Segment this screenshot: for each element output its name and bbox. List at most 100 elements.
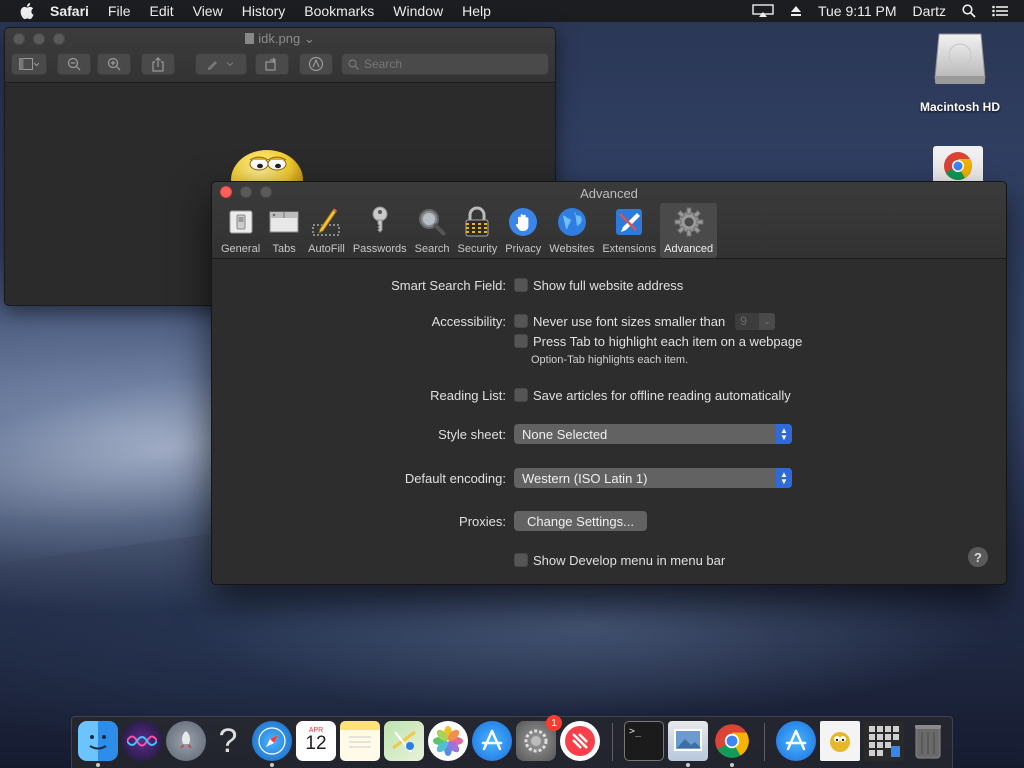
tab-passwords-label: Passwords xyxy=(352,243,407,255)
globe-icon xyxy=(556,206,588,238)
finder-icon[interactable] xyxy=(78,721,118,761)
chevron-down-icon: ⌄ xyxy=(759,312,776,330)
help-button[interactable]: ? xyxy=(968,547,988,567)
menu-app-safari[interactable]: Safari xyxy=(50,3,89,19)
photos-icon[interactable] xyxy=(428,721,468,761)
menu-file[interactable]: File xyxy=(108,3,131,19)
menu-help[interactable]: Help xyxy=(462,3,491,19)
up-down-chevron-icon: ▲ ▼ xyxy=(776,424,792,444)
rotate-button[interactable] xyxy=(255,53,289,75)
desktop-icon-macintosh-hd[interactable]: Macintosh HD xyxy=(910,30,1010,114)
menubar-clock[interactable]: Tue 9:11 PM xyxy=(818,3,897,19)
desktop-icon-label: Macintosh HD xyxy=(919,100,1000,114)
preview-icon[interactable] xyxy=(668,721,708,761)
running-indicator xyxy=(96,763,100,767)
smart-search-label: Smart Search Field: xyxy=(391,277,506,293)
spotlight-search-icon[interactable] xyxy=(962,4,976,18)
press-tab-checkbox[interactable]: Press Tab to highlight each item on a we… xyxy=(514,334,802,349)
app-store-icon[interactable] xyxy=(472,721,512,761)
min-font-size-value: 9 xyxy=(740,314,747,328)
tab-extensions[interactable]: Extensions xyxy=(598,203,660,258)
rotate-icon xyxy=(265,57,277,71)
preview-doc-icon[interactable] xyxy=(820,721,860,761)
pen-icon xyxy=(208,61,234,70)
tab-autofill[interactable]: AutoFill xyxy=(304,203,349,258)
tab-advanced[interactable]: Advanced xyxy=(660,203,718,258)
zoom-in-button[interactable] xyxy=(97,53,131,75)
style-sheet-label: Style sheet: xyxy=(438,426,506,442)
tab-general[interactable]: General xyxy=(217,203,264,258)
checkbox-box[interactable] xyxy=(514,334,528,348)
screenshots-stack-icon[interactable] xyxy=(864,721,904,761)
menubar-user[interactable]: Dartz xyxy=(913,3,946,19)
tab-search[interactable]: Search xyxy=(411,203,454,258)
desktop-icon-chrome[interactable] xyxy=(933,146,985,186)
tab-privacy-label: Privacy xyxy=(505,243,542,255)
notes-icon[interactable] xyxy=(340,721,380,761)
siri-icon[interactable] xyxy=(122,721,162,761)
search-icon xyxy=(348,58,359,70)
safari-icon[interactable] xyxy=(252,721,292,761)
save-articles-checkbox[interactable]: Save articles for offline reading automa… xyxy=(514,388,791,403)
show-full-address-text: Show full website address xyxy=(533,277,684,293)
maps-icon[interactable] xyxy=(384,721,424,761)
menu-window[interactable]: Window xyxy=(393,3,443,19)
style-sheet-select[interactable]: None Selected ▲ ▼ xyxy=(514,424,792,444)
tab-privacy[interactable]: Privacy xyxy=(501,203,545,258)
running-indicator xyxy=(270,763,274,767)
tab-websites[interactable]: Websites xyxy=(545,203,598,258)
markup-icon xyxy=(308,56,324,72)
preview-search-field[interactable]: Search xyxy=(341,53,549,75)
change-settings-button[interactable]: Change Settings... xyxy=(514,511,647,531)
preview-title-bar: idk.png ⌄ xyxy=(5,31,555,47)
menu-history[interactable]: History xyxy=(242,3,286,19)
markup-toolbar-button[interactable] xyxy=(299,53,333,75)
airplay-icon[interactable] xyxy=(752,4,774,18)
notification-center-icon[interactable] xyxy=(992,5,1008,17)
zoom-out-icon xyxy=(67,57,81,71)
encoding-select[interactable]: Western (ISO Latin 1) ▲ ▼ xyxy=(514,468,792,488)
tab-general-label: General xyxy=(221,243,261,255)
proxies-label: Proxies: xyxy=(459,513,506,529)
system-preferences-icon[interactable]: 1 xyxy=(516,715,562,761)
up-down-chevron-icon: ▲ ▼ xyxy=(776,468,792,488)
tab-passwords[interactable]: Passwords xyxy=(349,203,411,258)
terminal-icon[interactable]: >_ xyxy=(624,721,664,761)
tab-tabs[interactable]: Tabs xyxy=(264,203,304,258)
question-icon[interactable]: ? xyxy=(208,721,248,761)
min-font-size-select[interactable]: 9 ⌄ xyxy=(735,312,776,330)
title-chevron-icon[interactable]: ⌄ xyxy=(300,31,315,46)
sidebar-toggle-button[interactable] xyxy=(11,53,47,75)
develop-menu-checkbox[interactable]: Show Develop menu in menu bar xyxy=(514,553,725,568)
eject-icon[interactable] xyxy=(790,5,802,17)
checkbox-box[interactable] xyxy=(514,278,528,292)
menu-bookmarks[interactable]: Bookmarks xyxy=(304,3,374,19)
show-full-address-checkbox[interactable]: Show full website address xyxy=(514,278,683,293)
never-font-smaller-text: Never use font sizes smaller than xyxy=(533,313,726,329)
menu-view[interactable]: View xyxy=(193,3,223,19)
apple-menu-icon[interactable] xyxy=(20,3,36,19)
news-icon[interactable] xyxy=(560,721,600,761)
save-articles-text: Save articles for offline reading automa… xyxy=(533,387,791,403)
zoom-out-button[interactable] xyxy=(57,53,91,75)
calendar-icon[interactable]: APR 12 xyxy=(296,721,336,761)
search-placeholder: Search xyxy=(364,57,403,71)
share-button[interactable] xyxy=(141,53,175,75)
never-font-smaller-checkbox[interactable] xyxy=(514,314,528,328)
preview-toolbar: idk.png ⌄ Search xyxy=(5,28,555,83)
running-indicator xyxy=(686,763,690,767)
tab-security[interactable]: Security xyxy=(453,203,501,258)
trash-icon[interactable] xyxy=(908,721,948,761)
launchpad-icon[interactable] xyxy=(166,721,206,761)
checkbox-box[interactable] xyxy=(514,553,528,567)
preferences-toolbar: Advanced General Tabs AutoFill Passwords… xyxy=(212,182,1006,259)
chrome-icon[interactable] xyxy=(712,721,752,761)
app-store-folder-icon[interactable] xyxy=(776,721,816,761)
menu-edit[interactable]: Edit xyxy=(149,3,173,19)
markup-pen-button[interactable] xyxy=(195,53,247,75)
encoding-row: Default encoding: Western (ISO Latin 1) … xyxy=(212,468,1006,488)
tab-tabs-label: Tabs xyxy=(272,243,296,255)
safari-preferences-window: Advanced General Tabs AutoFill Passwords… xyxy=(211,181,1007,585)
checkbox-box[interactable] xyxy=(514,388,528,402)
encoding-label: Default encoding: xyxy=(404,470,506,486)
